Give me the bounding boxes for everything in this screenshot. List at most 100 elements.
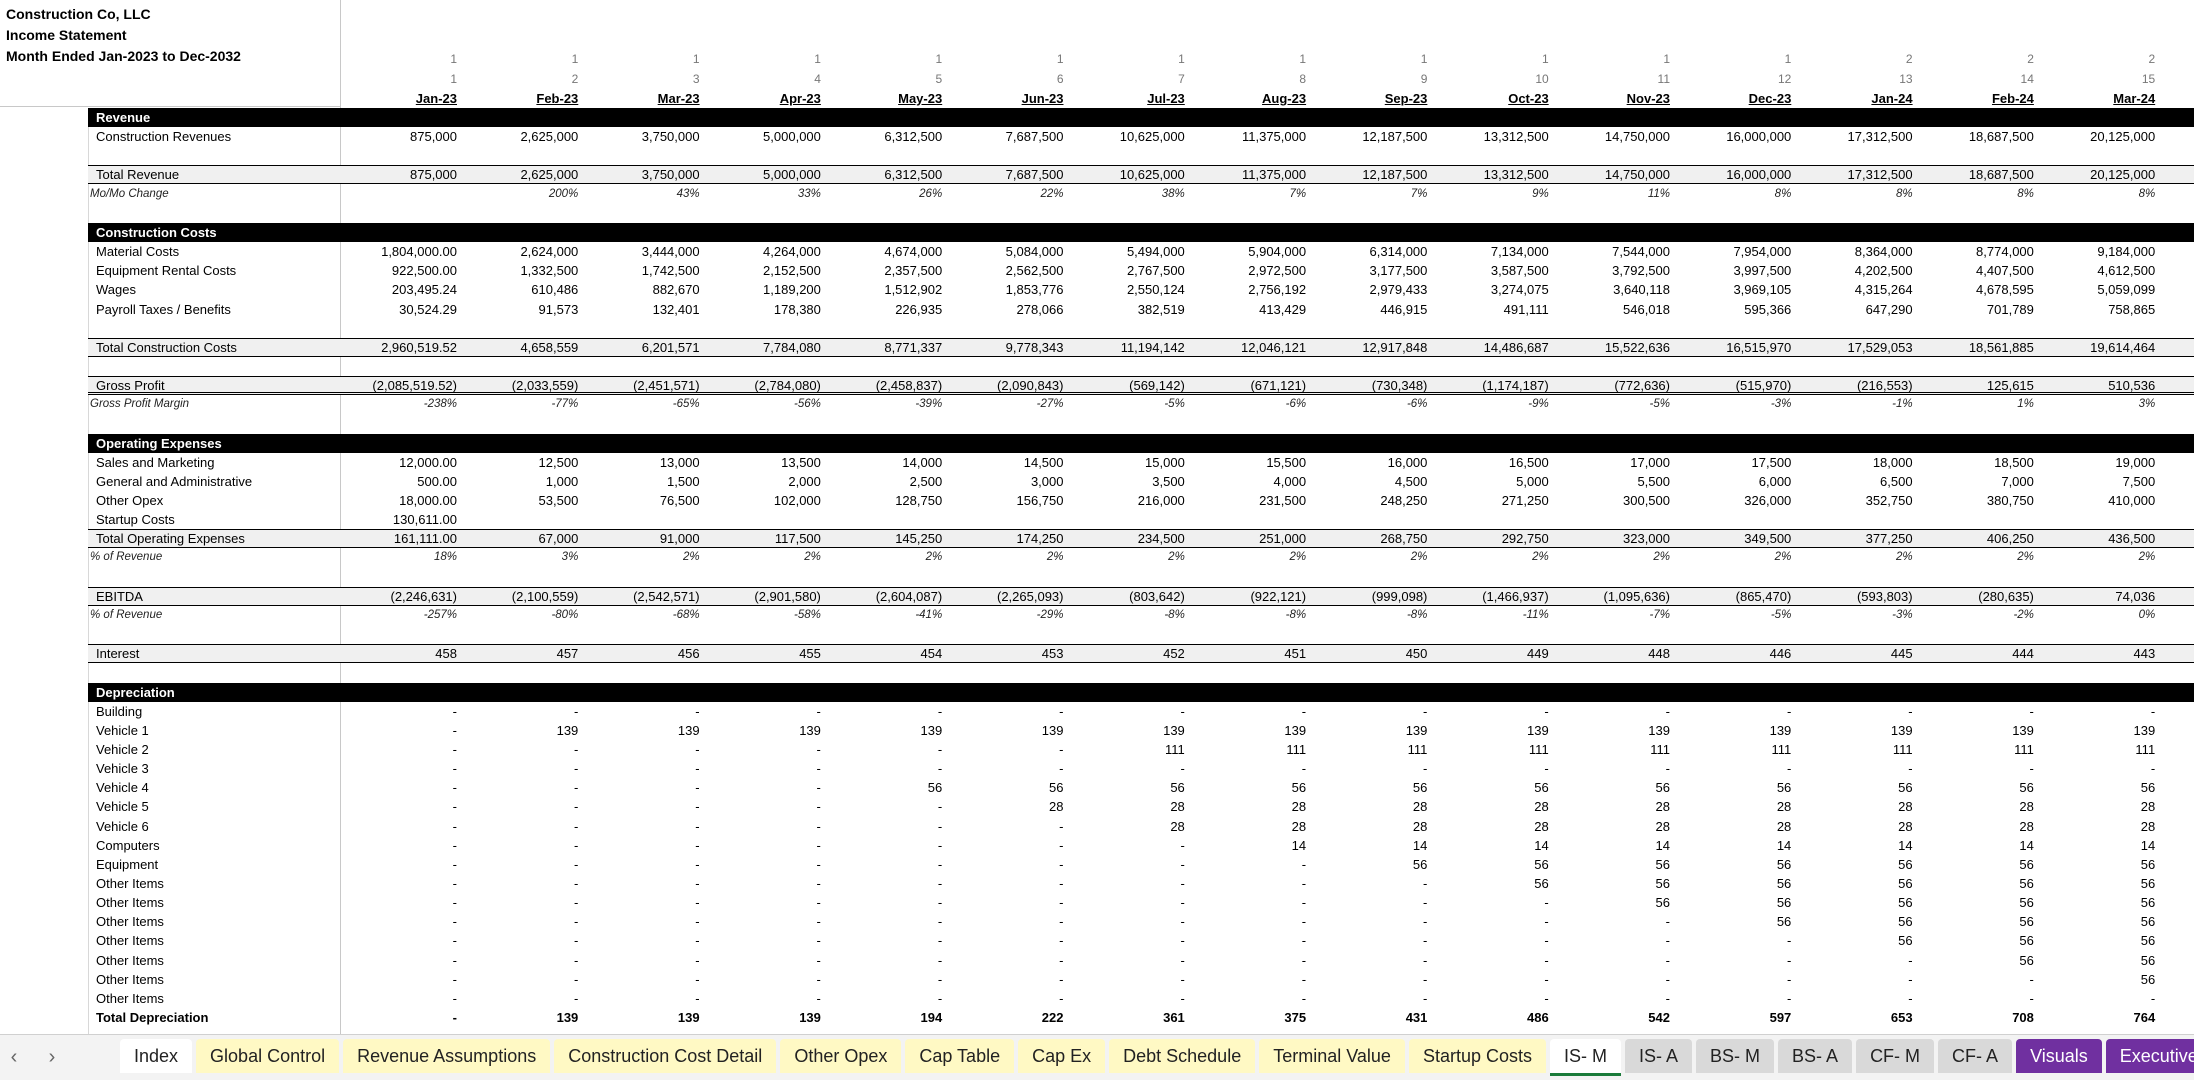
value-cell[interactable]: -: [1070, 970, 1184, 989]
value-cell[interactable]: 17,000: [1555, 453, 1670, 472]
value-cell[interactable]: -: [2040, 759, 2155, 778]
value-cell[interactable]: 6,000: [1676, 472, 1792, 491]
value-cell[interactable]: -: [827, 855, 942, 874]
value-cell[interactable]: 7,134,000: [1434, 242, 1549, 261]
value-cell[interactable]: -: [342, 970, 457, 989]
value-cell[interactable]: (2,033,559): [463, 376, 579, 395]
value-cell[interactable]: -: [1434, 759, 1548, 778]
value-cell[interactable]: -: [827, 836, 942, 855]
row-label[interactable]: General and Administrative: [96, 472, 252, 491]
value-cell[interactable]: [1919, 510, 2034, 529]
value-cell[interactable]: -: [1070, 874, 1184, 893]
value-cell[interactable]: 382,519: [1070, 300, 1185, 319]
value-cell[interactable]: -: [706, 855, 821, 874]
value-cell[interactable]: -: [1676, 951, 1791, 970]
value-cell[interactable]: 2,960,519.52: [342, 338, 457, 357]
row-label[interactable]: Other Items: [96, 951, 164, 970]
value-cell[interactable]: -: [1070, 989, 1184, 1008]
value-cell[interactable]: 6,201,571: [585, 338, 700, 357]
row-label[interactable]: Gross Profit Margin: [90, 395, 189, 414]
value-cell[interactable]: -: [463, 931, 578, 950]
value-cell[interactable]: 431: [1312, 1008, 1428, 1027]
value-cell[interactable]: 500.00: [342, 472, 457, 491]
value-cell[interactable]: 448: [1555, 644, 1670, 663]
month-header-cell[interactable]: Dec-23: [1676, 89, 1792, 108]
value-cell[interactable]: 445: [1798, 644, 1913, 663]
value-cell[interactable]: -: [342, 836, 457, 855]
value-cell[interactable]: 375: [1191, 1008, 1306, 1027]
value-cell[interactable]: -: [1798, 759, 1912, 778]
value-cell[interactable]: 12,046,121: [1191, 338, 1306, 357]
value-cell[interactable]: 139: [706, 721, 821, 740]
value-cell[interactable]: (280,635): [1919, 587, 2034, 606]
row-label[interactable]: % of Revenue: [90, 606, 162, 625]
value-cell[interactable]: -: [1798, 970, 1912, 989]
row-label[interactable]: Wages: [96, 280, 136, 299]
row-label[interactable]: Payroll Taxes / Benefits: [96, 300, 231, 319]
value-cell[interactable]: 326,000: [1676, 491, 1791, 510]
sheet-tab[interactable]: Cap Ex: [1018, 1039, 1106, 1073]
value-cell[interactable]: 2,979,433: [1312, 280, 1428, 299]
value-cell[interactable]: 139: [706, 1008, 821, 1027]
value-cell[interactable]: -: [1312, 989, 1427, 1008]
value-cell[interactable]: 56: [1919, 855, 2033, 874]
value-cell[interactable]: -: [342, 817, 457, 836]
value-cell[interactable]: 14: [1919, 836, 2033, 855]
month-header-cell[interactable]: Apr-23: [706, 89, 821, 108]
value-cell[interactable]: -: [342, 1008, 457, 1027]
value-cell[interactable]: 2%: [1798, 548, 1913, 567]
value-cell[interactable]: 3,000: [949, 472, 1064, 491]
month-index-cell[interactable]: 4: [706, 70, 821, 89]
value-cell[interactable]: 3,792,500: [1555, 261, 1670, 280]
value-cell[interactable]: 26%: [827, 185, 942, 204]
value-cell[interactable]: -: [949, 855, 1063, 874]
value-cell[interactable]: -: [949, 970, 1063, 989]
value-cell[interactable]: -: [342, 778, 457, 797]
month-header-cell[interactable]: Feb-23: [463, 89, 578, 108]
value-cell[interactable]: 7,500: [2040, 472, 2156, 491]
value-cell[interactable]: 5,494,000: [1070, 242, 1185, 261]
value-cell[interactable]: 16,500: [1434, 453, 1549, 472]
value-cell[interactable]: 56: [1555, 893, 1670, 912]
value-cell[interactable]: -: [1191, 931, 1306, 950]
value-cell[interactable]: 4,315,264: [1798, 280, 1913, 299]
value-cell[interactable]: -5%: [1070, 395, 1184, 414]
value-cell[interactable]: 111: [1191, 740, 1306, 759]
value-cell[interactable]: (1,095,636): [1555, 587, 1671, 606]
month-index-cell[interactable]: 7: [1070, 70, 1185, 89]
value-cell[interactable]: 128,750: [827, 491, 942, 510]
year-index-cell[interactable]: 1: [1191, 50, 1306, 69]
value-cell[interactable]: 377,250: [1798, 529, 1913, 548]
value-cell[interactable]: 91,573: [463, 300, 579, 319]
value-cell[interactable]: (216,553): [1798, 376, 1913, 395]
value-cell[interactable]: 2,357,500: [827, 261, 942, 280]
row-label[interactable]: Depreciation: [96, 683, 175, 702]
month-header-cell[interactable]: Jan-23: [342, 89, 457, 108]
value-cell[interactable]: 139: [827, 721, 942, 740]
value-cell[interactable]: 111: [1312, 740, 1428, 759]
value-cell[interactable]: -6%: [1191, 395, 1306, 414]
value-cell[interactable]: -9%: [1434, 395, 1548, 414]
value-cell[interactable]: -: [827, 989, 942, 1008]
value-cell[interactable]: 12,917,848: [1312, 338, 1427, 357]
month-index-cell[interactable]: 3: [585, 70, 700, 89]
value-cell[interactable]: 125,615: [1919, 376, 2034, 395]
month-index-cell[interactable]: 11: [1555, 70, 1670, 89]
value-cell[interactable]: 14: [1312, 836, 1427, 855]
value-cell[interactable]: 91,000: [585, 529, 700, 548]
value-cell[interactable]: -: [463, 817, 578, 836]
scroll-tabs-left-icon[interactable]: ‹: [2, 1043, 26, 1071]
value-cell[interactable]: -: [949, 740, 1063, 759]
value-cell[interactable]: 1,742,500: [585, 261, 700, 280]
row-label[interactable]: Computers: [96, 836, 160, 855]
value-cell[interactable]: 8,771,337: [827, 338, 942, 357]
value-cell[interactable]: 6,312,500: [827, 127, 942, 146]
value-cell[interactable]: 3%: [2040, 395, 2156, 414]
value-cell[interactable]: 43%: [585, 185, 700, 204]
value-cell[interactable]: 139: [949, 721, 1064, 740]
row-label[interactable]: Other Items: [96, 893, 164, 912]
sheet-tab[interactable]: Executive Summ: [2105, 1039, 2194, 1073]
value-cell[interactable]: 3,750,000: [585, 127, 700, 146]
row-label[interactable]: Total Construction Costs: [96, 338, 237, 357]
value-cell[interactable]: 67,000: [463, 529, 579, 548]
